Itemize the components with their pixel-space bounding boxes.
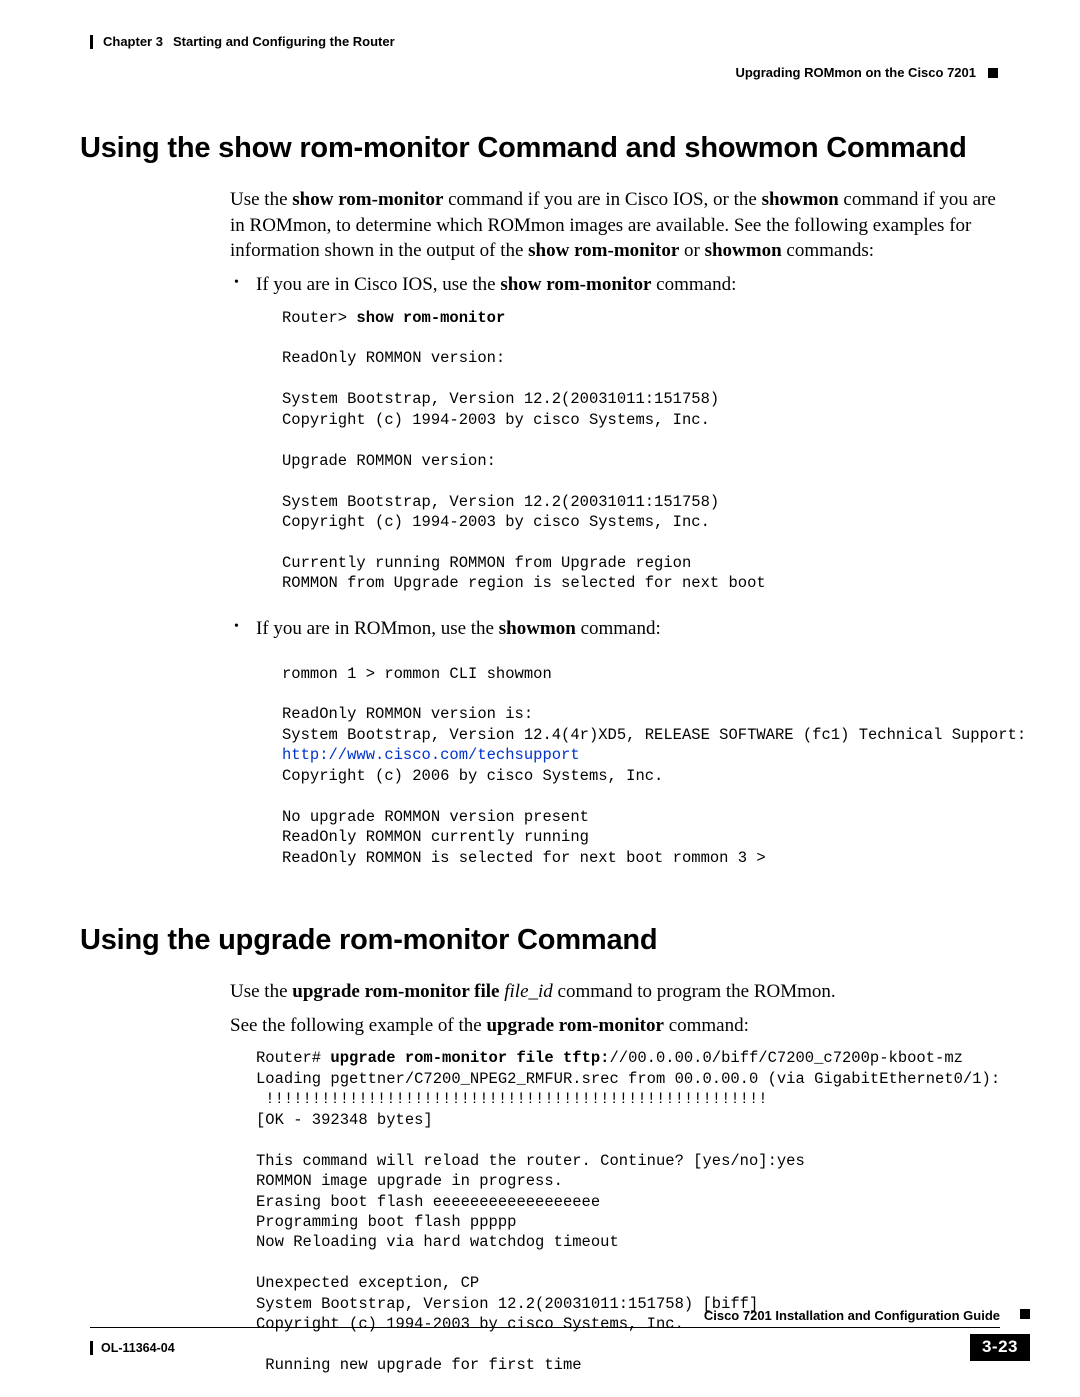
intro-mid3: or <box>679 240 704 261</box>
section1-intro: Use the show rom-monitor command if you … <box>230 187 1000 264</box>
square-marker-icon <box>988 68 998 78</box>
s2p1-tail: command to program the ROMmon. <box>553 981 836 1002</box>
footer-guide-title: Cisco 7201 Installation and Configuratio… <box>90 1308 1000 1323</box>
section2-p1: Use the upgrade rom-monitor file file_id… <box>230 979 1000 1005</box>
header-right-row-wrap: Upgrading ROMmon on the Cisco 7201 <box>90 65 1000 80</box>
code-block-1: Router> show rom-monitor ReadOnly ROMMON… <box>282 308 1000 594</box>
header-bar-icon <box>90 35 93 49</box>
intro-cmd2: showmon <box>762 189 839 210</box>
intro-cmd4: showmon <box>705 240 782 261</box>
code2-link[interactable]: http://www.cisco.com/techsupport <box>282 746 580 764</box>
section-heading-show-rom: Using the show rom-monitor Command and s… <box>80 132 1000 165</box>
intro-mid1: command if you are in Cisco IOS, or the <box>443 189 761 210</box>
bullet2: If you are in ROMmon, use the showmon co… <box>230 616 1000 868</box>
b2-tail: command: <box>576 618 661 639</box>
code2-rest: Copyright (c) 2006 by cisco Systems, Inc… <box>282 767 766 867</box>
chapter-title: Starting and Configuring the Router <box>173 34 395 49</box>
b2-cmd: showmon <box>499 618 576 639</box>
b1-tail: command: <box>651 274 736 295</box>
intro-cmd3: show rom-monitor <box>528 240 679 261</box>
b2-pre: If you are in ROMmon, use the <box>256 618 499 639</box>
code-block-2: rommon 1 > rommon CLI showmon ReadOnly R… <box>282 664 1000 869</box>
footer-rule <box>90 1327 1000 1328</box>
footer-bar-icon <box>90 1341 93 1355</box>
code3-bold: upgrade rom-monitor file tftp: <box>330 1049 609 1067</box>
code2-top: rommon 1 > rommon CLI showmon ReadOnly R… <box>282 665 1035 744</box>
b1-cmd: show rom-monitor <box>500 274 651 295</box>
intro-pre: Use the <box>230 189 292 210</box>
footer-doc-id: OL-11364-04 <box>101 1341 175 1355</box>
s2p2-tail: command: <box>664 1015 749 1036</box>
chapter-label: Chapter 3 <box>103 34 163 49</box>
s2p1-ital: file_id <box>504 981 553 1002</box>
page-header: Chapter 3 Starting and Configuring the R… <box>90 34 1000 80</box>
code3-prompt: Router# <box>256 1049 330 1067</box>
code1-cmd: show rom-monitor <box>356 309 505 327</box>
b1-pre: If you are in Cisco IOS, use the <box>256 274 500 295</box>
page-number-badge: 3-23 <box>970 1334 1030 1361</box>
s2p1-pre: Use the <box>230 981 292 1002</box>
code1-body: ReadOnly ROMMON version: System Bootstra… <box>282 349 766 592</box>
page-footer: Cisco 7201 Installation and Configuratio… <box>90 1308 1030 1361</box>
header-left-row: Chapter 3 Starting and Configuring the R… <box>90 34 1000 49</box>
header-section: Upgrading ROMmon on the Cisco 7201 <box>735 65 976 80</box>
section-heading-upgrade: Using the upgrade rom-monitor Command <box>80 924 1000 957</box>
s2p1-cmd: upgrade rom-monitor file <box>292 981 499 1002</box>
code1-prompt: Router> <box>282 309 356 327</box>
s2p2-cmd: upgrade rom-monitor <box>486 1015 664 1036</box>
bullet1: If you are in Cisco IOS, use the show ro… <box>230 272 1000 594</box>
intro-cmd1: show rom-monitor <box>292 189 443 210</box>
s2p2-pre: See the following example of the <box>230 1015 486 1036</box>
section1-body: Use the show rom-monitor command if you … <box>230 187 1000 868</box>
section2-p2: See the following example of the upgrade… <box>230 1013 1000 1039</box>
section1-bullets: If you are in Cisco IOS, use the show ro… <box>230 272 1000 868</box>
intro-tail: commands: <box>782 240 874 261</box>
